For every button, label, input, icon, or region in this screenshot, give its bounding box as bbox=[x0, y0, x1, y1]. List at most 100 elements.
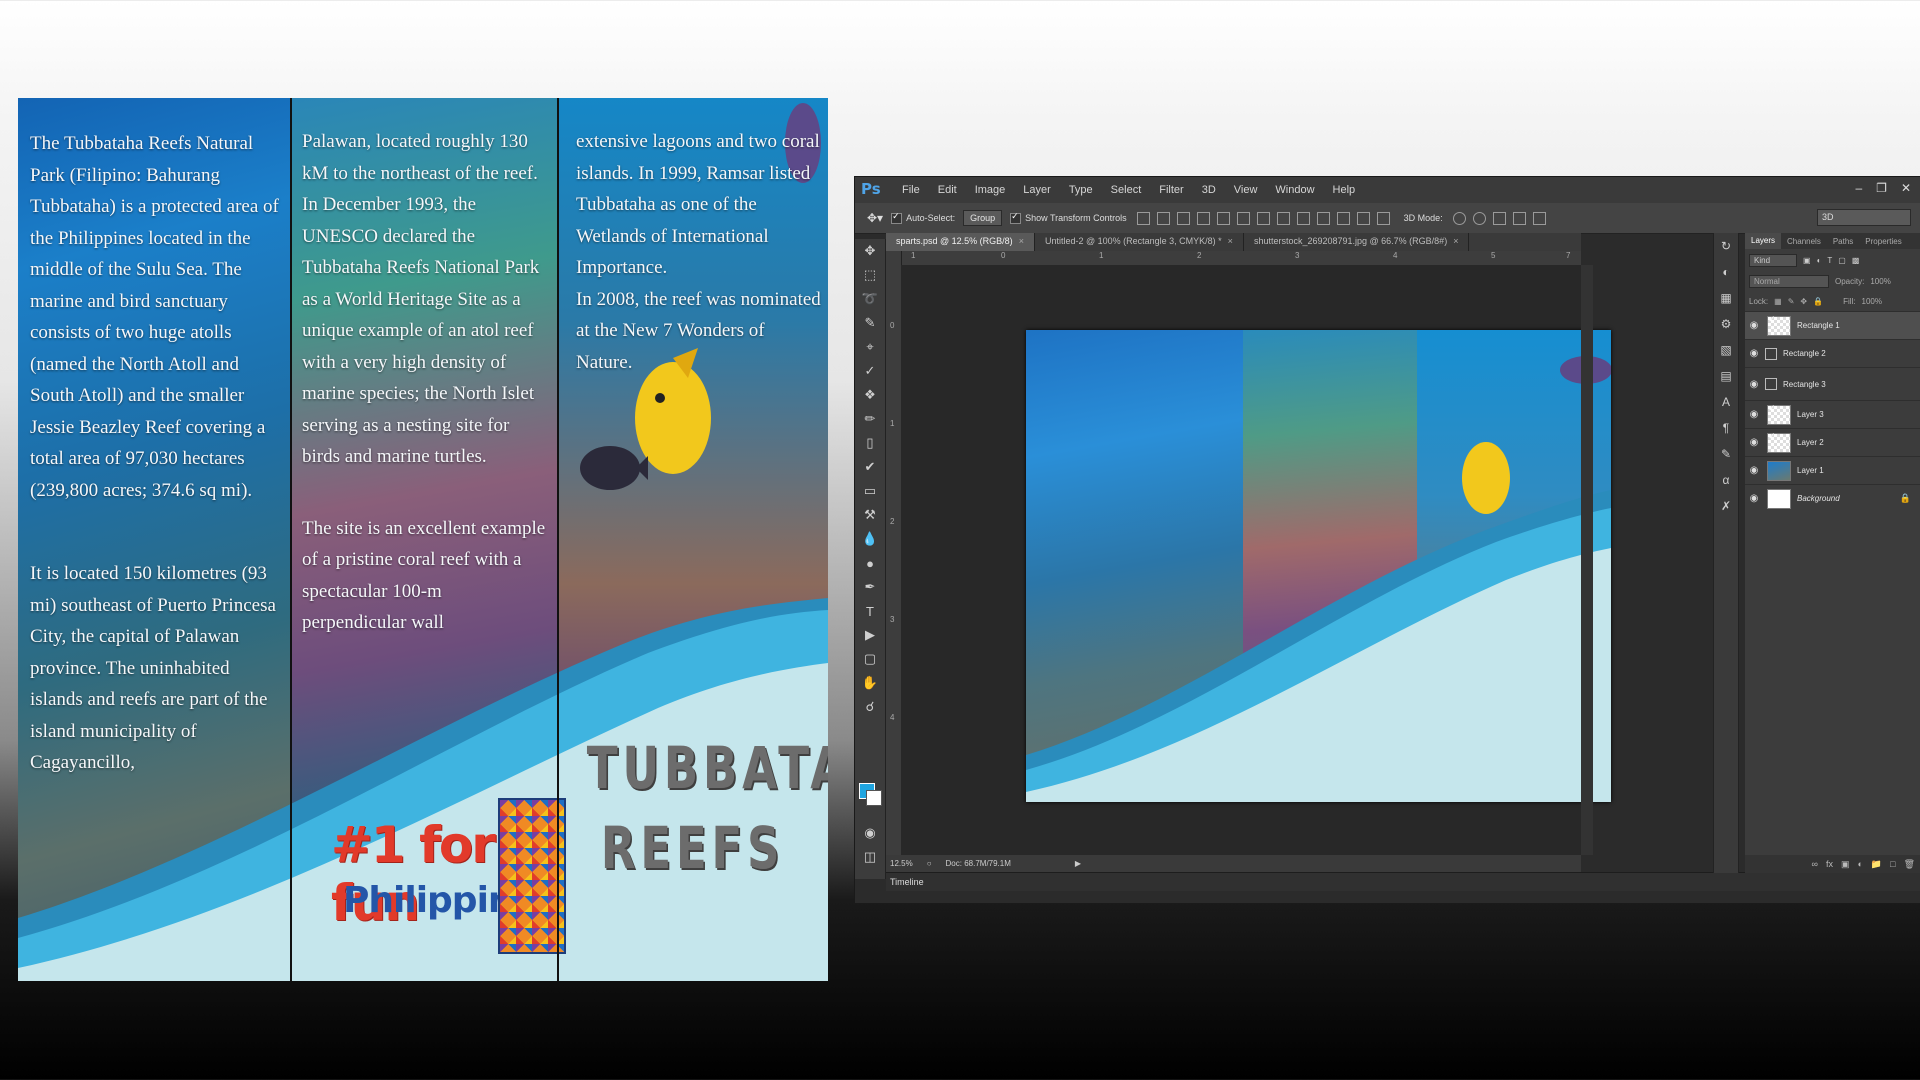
layer-row[interactable]: ◉ Layer 1 bbox=[1745, 456, 1920, 484]
paragraph-icon[interactable]: ¶ bbox=[1714, 415, 1738, 441]
tab-sparts[interactable]: sparts.psd @ 12.5% (RGB/8) × bbox=[886, 233, 1035, 251]
visibility-eye-icon[interactable]: ◉ bbox=[1745, 465, 1763, 476]
quick-select-tool-icon[interactable]: ✎ bbox=[855, 311, 885, 335]
3d-drag-icon[interactable] bbox=[1492, 211, 1506, 225]
adjustment-layer-icon[interactable]: ◐ bbox=[1857, 859, 1862, 869]
paint-bucket-icon[interactable]: ⚒ bbox=[855, 503, 885, 527]
lock-pixels-icon[interactable]: ▦ bbox=[1774, 297, 1782, 306]
hand-tool-icon[interactable]: ✋ bbox=[855, 671, 885, 695]
timeline-panel[interactable]: Timeline bbox=[886, 872, 1920, 891]
lock-all-icon[interactable]: 🔒 bbox=[1813, 297, 1823, 306]
distribute-right-icon[interactable] bbox=[1356, 211, 1370, 225]
menu-edit[interactable]: Edit bbox=[929, 184, 966, 196]
close-icon[interactable]: × bbox=[1019, 236, 1024, 246]
menu-help[interactable]: Help bbox=[1324, 184, 1365, 196]
blend-mode-dropdown[interactable]: Normal bbox=[1749, 274, 1829, 288]
move-tool-icon[interactable]: ✥ bbox=[855, 239, 885, 263]
screen-mode-icon[interactable]: ◫ bbox=[855, 845, 885, 869]
menu-type[interactable]: Type bbox=[1060, 184, 1102, 196]
visibility-eye-icon[interactable]: ◉ bbox=[1745, 437, 1763, 448]
show-transform-checkbox[interactable] bbox=[1010, 211, 1022, 224]
close-icon[interactable]: × bbox=[1228, 236, 1233, 246]
history-brush-icon[interactable]: ✔ bbox=[855, 455, 885, 479]
marquee-tool-icon[interactable]: ⬚ bbox=[855, 263, 885, 287]
libraries-icon[interactable]: ▤ bbox=[1714, 363, 1738, 389]
kind-filter-dropdown[interactable]: Kind bbox=[1749, 253, 1797, 267]
lock-position-icon[interactable]: ✥ bbox=[1800, 297, 1807, 306]
vertical-scrollbar[interactable] bbox=[1581, 265, 1593, 855]
layer-row[interactable]: ◉ Layer 3 bbox=[1745, 400, 1920, 428]
menu-view[interactable]: View bbox=[1225, 184, 1267, 196]
layer-row[interactable]: ◉ Rectangle 3 bbox=[1745, 367, 1920, 400]
layer-row[interactable]: ◉ Rectangle 2 bbox=[1745, 339, 1920, 367]
status-arrow-icon[interactable]: ▶ bbox=[1075, 859, 1081, 868]
link-icon[interactable]: ∞ bbox=[1812, 859, 1818, 869]
quick-mask-icon[interactable]: ◉ bbox=[855, 821, 885, 845]
close-icon[interactable]: × bbox=[1453, 236, 1458, 246]
eyedropper-tool-icon[interactable]: ✓ bbox=[855, 359, 885, 383]
rectangle-tool-icon[interactable]: ▢ bbox=[855, 647, 885, 671]
3d-scale-icon[interactable] bbox=[1532, 211, 1546, 225]
3d-slide-icon[interactable] bbox=[1512, 211, 1526, 225]
glyphs-icon[interactable]: α bbox=[1714, 467, 1738, 493]
filter-shape-icon[interactable]: ▢ bbox=[1838, 256, 1846, 265]
trash-icon[interactable]: 🗑 bbox=[1904, 859, 1915, 870]
dodge-tool-icon[interactable]: ● bbox=[855, 551, 885, 575]
background-color-swatch[interactable] bbox=[866, 790, 882, 806]
filter-type-icon[interactable]: T bbox=[1827, 256, 1832, 265]
fx-icon[interactable]: fx bbox=[1826, 859, 1833, 869]
canvas-workspace[interactable] bbox=[901, 265, 1611, 855]
mask-icon[interactable]: ▣ bbox=[1841, 859, 1850, 870]
menu-window[interactable]: Window bbox=[1266, 184, 1323, 196]
visibility-eye-icon[interactable]: ◉ bbox=[1745, 348, 1763, 359]
styles-icon[interactable]: ▧ bbox=[1714, 337, 1738, 363]
visibility-eye-icon[interactable]: ◉ bbox=[1745, 379, 1763, 390]
adjustments-icon[interactable]: ⚙ bbox=[1714, 311, 1738, 337]
restore-icon[interactable]: ❐ bbox=[1876, 181, 1887, 195]
tab-layers[interactable]: Layers bbox=[1745, 233, 1782, 249]
opacity-value[interactable]: 100% bbox=[1870, 277, 1890, 286]
character-icon[interactable]: A bbox=[1714, 389, 1738, 415]
path-select-icon[interactable]: ▶ bbox=[855, 623, 885, 647]
lasso-tool-icon[interactable]: ➰ bbox=[855, 287, 885, 311]
distribute-bottom-icon[interactable] bbox=[1296, 211, 1310, 225]
3d-rotate-icon[interactable] bbox=[1452, 211, 1466, 225]
tools-icon[interactable]: ✗ bbox=[1714, 493, 1738, 519]
auto-select-option[interactable]: Auto-Select: bbox=[891, 211, 955, 224]
workspace-dropdown[interactable]: 3D bbox=[1817, 209, 1911, 226]
menu-layer[interactable]: Layer bbox=[1014, 184, 1060, 196]
document-canvas[interactable] bbox=[1026, 330, 1611, 802]
lock-brush-icon[interactable]: ✎ bbox=[1788, 297, 1795, 306]
distribute-vcenter-icon[interactable] bbox=[1276, 211, 1290, 225]
menu-select[interactable]: Select bbox=[1102, 184, 1151, 196]
auto-align-icon[interactable] bbox=[1376, 211, 1390, 225]
layer-row[interactable]: ◉ Layer 2 bbox=[1745, 428, 1920, 456]
layer-row[interactable]: ◉ Background 🔒 bbox=[1745, 484, 1920, 512]
type-tool-icon[interactable]: T bbox=[855, 599, 885, 623]
menu-file[interactable]: File bbox=[893, 184, 929, 196]
distribute-left-icon[interactable] bbox=[1316, 211, 1330, 225]
tab-untitled-2[interactable]: Untitled-2 @ 100% (Rectangle 3, CMYK/8) … bbox=[1035, 233, 1244, 251]
eraser-tool-icon[interactable]: ▭ bbox=[855, 479, 885, 503]
brush-presets-icon[interactable]: ✎ bbox=[1714, 441, 1738, 467]
move-tool-icon[interactable]: ✥▾ bbox=[867, 211, 883, 225]
align-bottom-icon[interactable] bbox=[1176, 211, 1190, 225]
tab-channels[interactable]: Channels bbox=[1781, 237, 1827, 246]
stamp-tool-icon[interactable]: ▯ bbox=[855, 431, 885, 455]
filter-smart-icon[interactable]: ▩ bbox=[1852, 256, 1860, 265]
align-vcenter-icon[interactable] bbox=[1156, 211, 1170, 225]
align-top-icon[interactable] bbox=[1136, 211, 1150, 225]
auto-select-checkbox[interactable] bbox=[891, 211, 903, 224]
tab-paths[interactable]: Paths bbox=[1827, 237, 1859, 246]
auto-select-dropdown[interactable]: Group bbox=[963, 210, 1003, 226]
align-left-icon[interactable] bbox=[1196, 211, 1210, 225]
color-icon[interactable]: ◐ bbox=[1714, 259, 1738, 285]
close-icon[interactable]: ✕ bbox=[1901, 181, 1911, 195]
tab-properties[interactable]: Properties bbox=[1859, 237, 1907, 246]
tab-shutterstock[interactable]: shutterstock_269208791.jpg @ 66.7% (RGB/… bbox=[1244, 233, 1470, 251]
visibility-eye-icon[interactable]: ◉ bbox=[1745, 409, 1763, 420]
new-group-icon[interactable]: 📁 bbox=[1871, 859, 1882, 870]
pen-tool-icon[interactable]: ✒ bbox=[855, 575, 885, 599]
filter-pixel-icon[interactable]: ▣ bbox=[1803, 256, 1811, 265]
fill-value[interactable]: 100% bbox=[1862, 297, 1882, 306]
